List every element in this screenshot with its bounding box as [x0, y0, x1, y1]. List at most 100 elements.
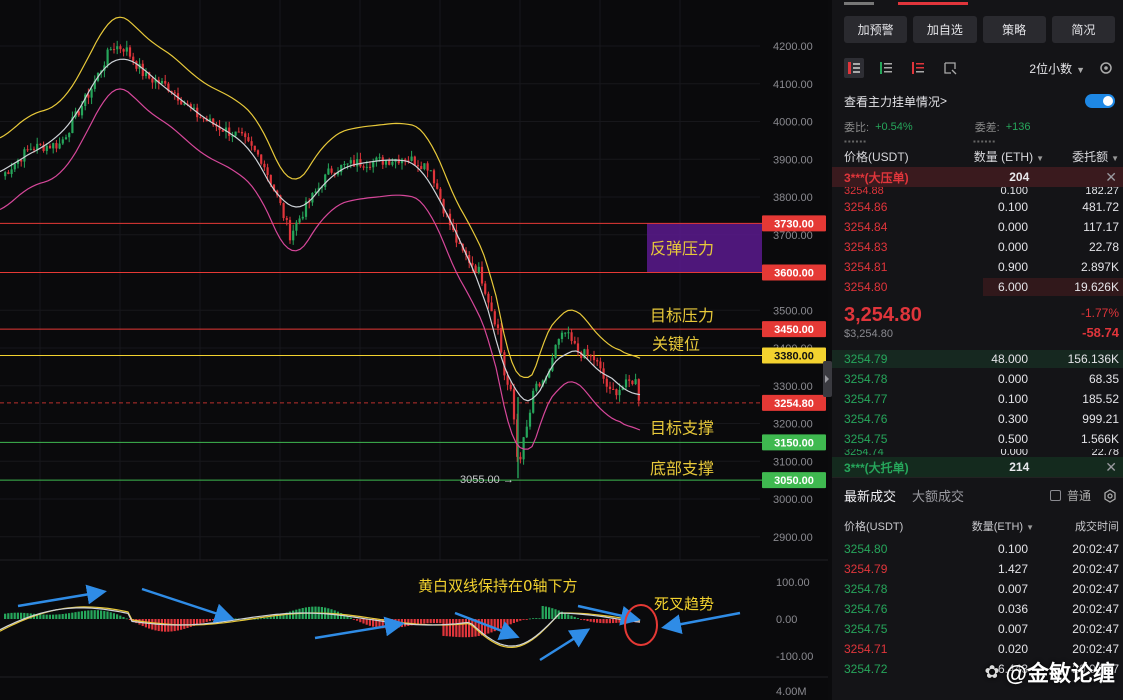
candle-body: [423, 163, 426, 170]
book-mode-bids-icon[interactable]: [876, 58, 896, 78]
candle-body: [384, 160, 388, 165]
trend-arrow: [17, 584, 107, 608]
macd-histogram-bar: [90, 610, 93, 619]
strategy-button[interactable]: 策略: [982, 16, 1046, 43]
overview-button[interactable]: 简况: [1051, 16, 1115, 43]
candle-body: [244, 133, 247, 138]
ask-row[interactable]: 3254.83 0.000 22.78: [832, 237, 1123, 257]
trades-header: 价格(USDT) 数量(ETH) ▼ 成交时间: [832, 513, 1123, 539]
macd-histogram-bar: [592, 619, 595, 623]
ask-total: 182.27: [1085, 187, 1119, 197]
trade-price: 3254.80: [844, 542, 888, 556]
macd-histogram-bar: [164, 619, 167, 632]
orderbook-header: 价格(USDT) 数量 (ETH) ▼ 委托额 ▼: [832, 145, 1123, 167]
change-absolute: -58.74: [1082, 325, 1119, 340]
candle-body: [29, 148, 32, 150]
candle-body: [560, 332, 564, 340]
bid-row[interactable]: 3254.78 0.000 68.35: [832, 369, 1123, 389]
ask-row[interactable]: 3254.88 0.100 182.27: [832, 187, 1123, 197]
macd-histogram-bar: [93, 610, 96, 619]
candle-body: [45, 145, 48, 152]
candle-body: [397, 158, 400, 164]
candle-body: [13, 163, 16, 170]
book-mode-asks-icon[interactable]: [908, 58, 928, 78]
trend-arrow: [539, 628, 591, 662]
trade-qty: 0.020: [997, 642, 1028, 656]
main-orders-toggle[interactable]: [1085, 94, 1115, 108]
ask-qty: 6.000: [997, 280, 1028, 294]
candle-body: [356, 159, 359, 167]
macd-histogram-bar: [116, 614, 119, 619]
candle-body: [637, 379, 640, 401]
candle-body: [173, 92, 176, 94]
price-chart[interactable]: 4200.00 4100.00 4000.00 3900.00 3800.00 3700.…: [0, 0, 828, 700]
candle-body: [592, 355, 596, 361]
add-alert-button[interactable]: 加预警: [844, 16, 908, 43]
candle-body: [362, 166, 365, 168]
macd-histogram-bar: [45, 614, 48, 619]
trade-time: 20:02:47: [1072, 622, 1119, 636]
bid-row[interactable]: 3254.75 0.500 1.566K: [832, 429, 1123, 449]
trade-row: 3254.76 0.036 20:02:47: [832, 599, 1123, 619]
macd-histogram-bar: [429, 619, 432, 624]
col-qty[interactable]: 数量 (ETH) ▼: [954, 148, 1044, 165]
big-ask-bar[interactable]: 3***(大压单) 204 ✕: [832, 167, 1123, 187]
chevron-right-icon: >: [940, 94, 948, 108]
candle-body: [426, 163, 429, 171]
macd-histogram-bar: [448, 619, 451, 637]
candle-body: [122, 49, 125, 52]
macd-histogram-bar: [218, 619, 221, 620]
macd-histogram-bar: [13, 612, 16, 619]
bid-row[interactable]: 3254.79 48.000 156.136K: [832, 349, 1123, 369]
settings-icon[interactable]: [1099, 61, 1113, 75]
trades-col-qty[interactable]: 数量(ETH) ▼: [954, 518, 1034, 534]
book-mode-both-icon[interactable]: [844, 58, 864, 78]
ask-row[interactable]: 3254.84 0.000 117.17: [832, 217, 1123, 237]
macd-histogram-bar: [564, 612, 567, 619]
macd-histogram-bar: [96, 610, 99, 619]
normal-checkbox[interactable]: [1049, 490, 1061, 501]
macd-histogram-bar: [356, 619, 359, 621]
candle-body: [525, 426, 528, 438]
bid-row[interactable]: 3254.76 0.300 999.21: [832, 409, 1123, 429]
price-level-tag-label: 3600.00: [774, 268, 814, 280]
price-axis-label: 3100.00: [773, 456, 813, 468]
candle-body: [32, 148, 36, 150]
macd-histogram-bar: [48, 614, 51, 619]
bid-total: 156.136K: [1067, 352, 1119, 366]
candle-body: [58, 143, 61, 149]
book-mode-depth-icon[interactable]: [940, 58, 960, 78]
big-bid-bar[interactable]: 3***(大托单) 214 ✕: [832, 457, 1123, 477]
candle-body: [599, 361, 602, 369]
macd-histogram-bar: [423, 619, 426, 624]
candle-body: [250, 141, 253, 146]
macd-histogram-bar: [586, 619, 589, 622]
col-total[interactable]: 委托额 ▼: [1044, 148, 1119, 165]
close-icon[interactable]: ✕: [1105, 169, 1117, 186]
panel-collapse-handle[interactable]: [823, 361, 832, 397]
tab-latest-trades[interactable]: 最新成交: [844, 486, 896, 505]
candle-body: [109, 49, 112, 51]
add-watchlist-button[interactable]: 加自选: [913, 16, 977, 43]
last-price: 3,254.80: [844, 304, 922, 326]
candle-body: [420, 166, 423, 170]
macd-histogram-bar: [189, 619, 192, 627]
macd-histogram-bar: [58, 614, 61, 619]
decimals-select[interactable]: 2位小数 ▼: [1029, 60, 1085, 77]
candle-body: [285, 218, 288, 220]
bid-row[interactable]: 3254.77 0.100 185.52: [832, 389, 1123, 409]
ask-price: 3254.81: [844, 260, 888, 274]
ask-price: 3254.83: [844, 240, 888, 254]
ask-row[interactable]: 3254.81 0.900 2.897K: [832, 257, 1123, 277]
ask-row[interactable]: 3254.80 6.000 19.626K: [832, 277, 1123, 297]
candle-body: [573, 340, 576, 344]
settings-icon[interactable]: [1103, 488, 1117, 503]
trend-arrow: [314, 616, 405, 640]
ask-row[interactable]: 3254.86 0.100 481.72: [832, 197, 1123, 217]
ticker-cut-row: ▬▬▬ ▬▬▬▬▬▬▬: [844, 0, 968, 8]
close-icon[interactable]: ✕: [1105, 459, 1117, 476]
bid-row[interactable]: 3254.74 0.000 22.78: [832, 449, 1123, 457]
macd-histogram-bar: [464, 619, 467, 638]
candlestick-chart-canvas[interactable]: 4200.00 4100.00 4000.00 3900.00 3800.00 3700.…: [0, 0, 828, 700]
tab-large-trades[interactable]: 大额成交: [912, 486, 964, 505]
